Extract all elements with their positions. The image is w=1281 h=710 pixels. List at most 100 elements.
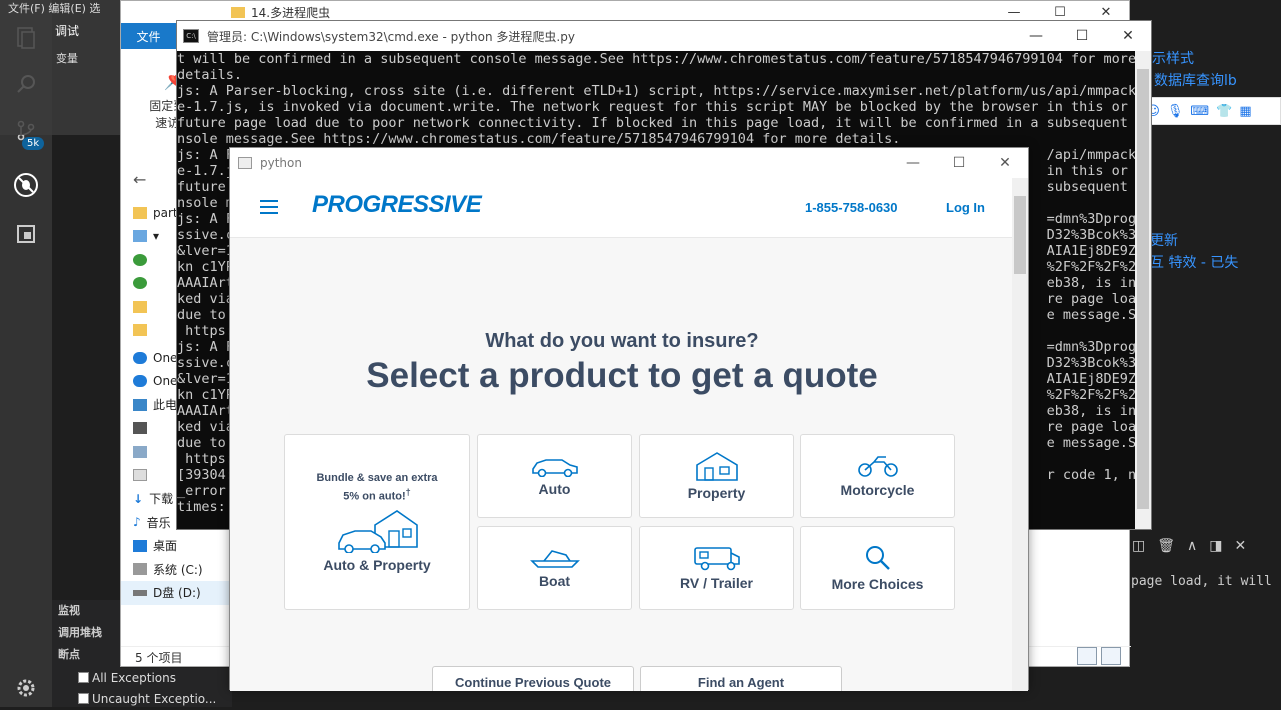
site-header: PROGRESSIVE 1-855-758-0630 Log In — [230, 178, 1014, 238]
call-stack-section[interactable]: 调用堆栈 — [52, 622, 120, 644]
scroll-thumb[interactable] — [1014, 196, 1026, 274]
magnifier-icon — [865, 546, 890, 570]
house-icon — [695, 452, 738, 481]
pictures-icon — [133, 445, 147, 458]
tree-item-drive-d[interactable]: D盘 (D:) — [121, 581, 231, 605]
breakpoints-section[interactable]: 断点 — [52, 644, 120, 666]
grid-icon[interactable]: ▦ — [1239, 104, 1251, 119]
scroll-thumb[interactable] — [1137, 69, 1149, 509]
tiles-view-button[interactable] — [1101, 647, 1121, 665]
more-choices-card[interactable]: More Choices — [800, 526, 955, 610]
question-heading: What do you want to insure? — [485, 330, 759, 352]
promo-footnote-mark: † — [405, 486, 411, 497]
console-line: future page load due to poor network con… — [177, 115, 1137, 131]
browser-title: python — [260, 156, 302, 170]
close-button[interactable]: ✕ — [982, 148, 1028, 178]
music-icon: ♪ — [133, 515, 141, 530]
settings-gear-icon[interactable] — [8, 670, 44, 706]
hamburger-menu-icon[interactable] — [260, 200, 278, 214]
minimize-button[interactable]: — — [1013, 21, 1059, 51]
breakpoint-label: All Exceptions — [92, 671, 176, 685]
debug-icon[interactable] — [8, 167, 44, 203]
card-label: Boat — [538, 573, 571, 589]
login-link[interactable]: Log In — [946, 200, 985, 215]
auto-property-card[interactable]: Bundle & save an extra 5% on auto!† Auto… — [284, 434, 470, 610]
download-icon: ↓ — [133, 491, 144, 506]
details-view-button[interactable] — [1077, 647, 1097, 665]
maximize-icon[interactable]: ◨ — [1209, 538, 1222, 554]
car-house-icon — [338, 510, 418, 554]
watch-section[interactable]: 监视 — [52, 600, 120, 622]
explorer-title: 14.多进程爬虫 — [251, 5, 331, 20]
link[interactable]: 示样式 — [1152, 48, 1194, 68]
motorcycle-icon — [857, 456, 898, 477]
tree-item-drive-c[interactable]: 系统 (C:) — [121, 558, 231, 582]
browser-window: python — ☐ ✕ PROGRESSIVE 1-855-758-0630 … — [229, 147, 1029, 691]
folder-icon — [133, 324, 147, 337]
folder-icon — [133, 300, 147, 313]
motorcycle-card[interactable]: Motorcycle — [800, 434, 955, 518]
close-icon[interactable]: ✕ — [1235, 538, 1247, 554]
card-label: Auto — [538, 481, 571, 497]
mic-icon[interactable]: 🎙 — [1167, 104, 1184, 119]
drive-icon — [133, 563, 147, 576]
menu-bar[interactable]: 文件(F) 编辑(E) 选 — [8, 0, 100, 16]
link[interactable]: 更新 — [1150, 230, 1178, 250]
card-label: More Choices — [831, 576, 924, 592]
link[interactable]: 数据库查询lb — [1154, 70, 1237, 90]
property-card[interactable]: Property — [639, 434, 794, 518]
card-label: Property — [687, 485, 746, 501]
desktop-icon — [133, 539, 147, 552]
window-icon — [238, 157, 252, 169]
cloud-icon — [133, 351, 147, 364]
scrollbar[interactable] — [1135, 51, 1151, 529]
phone-link[interactable]: 1-855-758-0630 — [805, 200, 898, 215]
close-button[interactable]: ✕ — [1105, 21, 1151, 51]
maximize-button[interactable]: ☐ — [1059, 21, 1105, 51]
continue-previous-quote-button[interactable]: Continue Previous Quote — [432, 666, 634, 691]
minimize-button[interactable]: — — [890, 148, 936, 178]
card-label: RV / Trailer — [680, 575, 753, 591]
trash-icon[interactable]: 🗑 — [1157, 538, 1175, 554]
skin-icon[interactable]: 👕 — [1216, 104, 1232, 119]
card-label: Auto & Property — [323, 557, 431, 574]
folder-icon — [231, 6, 245, 18]
document-icon — [133, 469, 147, 482]
tree-item-label: 音乐 — [146, 515, 171, 530]
tree-item-label: part — [153, 205, 178, 220]
rv-trailer-card[interactable]: RV / Trailer — [639, 526, 794, 610]
maximize-button[interactable]: ☐ — [936, 148, 982, 178]
tab-file[interactable]: 文件 — [121, 23, 176, 49]
breakpoint-all-exceptions[interactable]: All Exceptions — [52, 668, 232, 689]
scrollbar[interactable] — [1012, 178, 1028, 691]
drive-icon — [133, 589, 147, 596]
tree-item-desktop[interactable]: 桌面 — [121, 534, 231, 558]
split-icon[interactable]: ◫ — [1132, 538, 1145, 554]
console-line: e-1.7.js, is invoked via document.write.… — [177, 99, 1137, 115]
badge-count: 5k — [22, 137, 45, 150]
keyboard-icon[interactable]: ⌨ — [1190, 104, 1209, 119]
synced-icon — [133, 253, 147, 266]
breakpoint-label: Uncaught Exceptio... — [92, 692, 217, 706]
find-an-agent-button[interactable]: Find an Agent — [640, 666, 842, 691]
web-page: PROGRESSIVE 1-855-758-0630 Log In What d… — [230, 178, 1014, 691]
checkbox[interactable] — [78, 672, 89, 683]
view-toggle — [1077, 647, 1121, 665]
tree-item-label: 桌面 — [153, 539, 178, 554]
promo-line: Bundle & save an extra — [316, 471, 438, 484]
folder-icon — [133, 206, 147, 219]
boat-card[interactable]: Boat — [477, 526, 632, 610]
console-line: nsole message.See https://www.chromestat… — [177, 131, 901, 147]
auto-card[interactable]: Auto — [477, 434, 632, 518]
progressive-logo[interactable]: PROGRESSIVE — [312, 191, 482, 219]
video-icon — [133, 422, 147, 435]
checkbox[interactable] — [78, 693, 89, 704]
page-title: Select a product to get a quote — [366, 356, 878, 395]
variables-section[interactable]: 变量 — [56, 50, 78, 66]
tree-item-label: 系统 (C:) — [153, 562, 203, 577]
cmd-icon: C:\ — [183, 29, 199, 43]
breakpoints-list: All Exceptions Uncaught Exceptio... — [52, 668, 232, 707]
extensions-icon[interactable] — [8, 216, 44, 252]
link[interactable]: 互 特效 - 已失 — [1150, 252, 1238, 272]
chevron-up-icon[interactable]: ∧ — [1187, 538, 1197, 554]
